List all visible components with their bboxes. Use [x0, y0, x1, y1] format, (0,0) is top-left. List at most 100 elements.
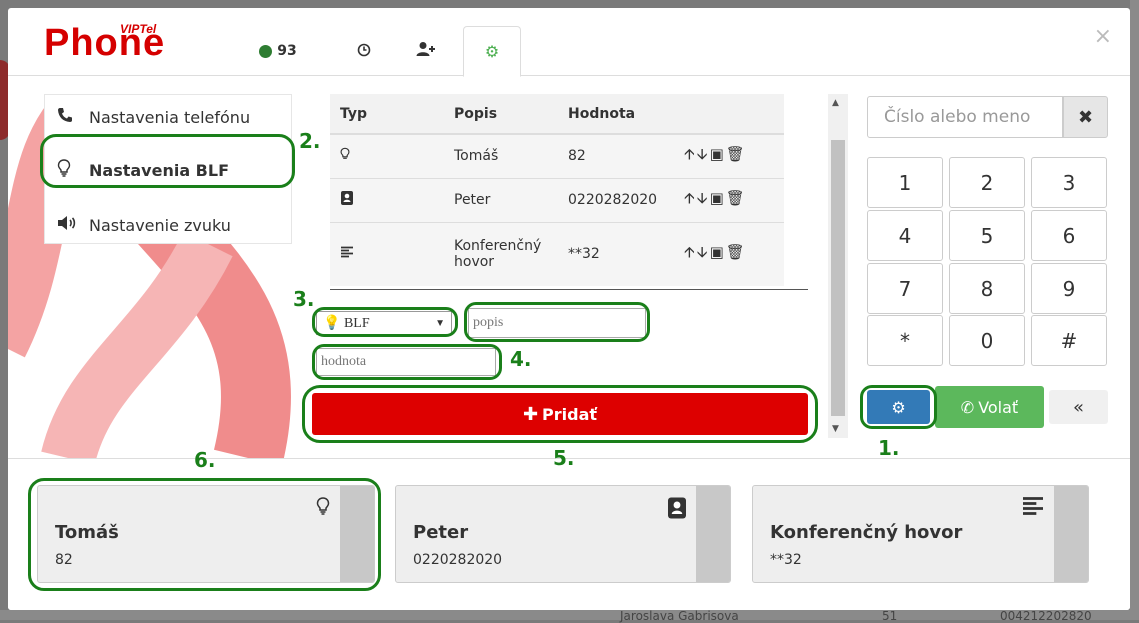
table-row: Peter 0220282020 🡩 🡫 ▣ 🗑: [330, 177, 784, 222]
dial-key-3[interactable]: 3: [1031, 157, 1107, 208]
row-description: Peter: [444, 177, 558, 222]
menu-item-blf-settings[interactable]: Nastavenia BLF: [45, 142, 293, 198]
table-row: Tomáš 82 🡩 🡫 ▣ 🗑: [330, 133, 784, 178]
clear-input-button[interactable]: ✖: [1063, 96, 1108, 138]
call-button-label: Volať: [978, 397, 1019, 417]
dial-key-hash[interactable]: #: [1031, 315, 1107, 366]
row-actions: 🡩 🡫 ▣ 🗑: [674, 221, 784, 286]
tab-status[interactable]: 93: [248, 26, 308, 76]
dial-key-4[interactable]: 4: [867, 210, 943, 261]
dial-key-7[interactable]: 7: [867, 263, 943, 314]
close-icon: ✖: [1077, 106, 1094, 128]
annotation-number-3: 3.: [293, 287, 315, 311]
add-user-icon: [416, 41, 436, 61]
dialer-settings-button[interactable]: ⚙: [867, 390, 930, 424]
dial-key-9[interactable]: 9: [1031, 263, 1107, 314]
row-value: 82: [558, 133, 674, 178]
background-contact-ext: 51: [882, 609, 898, 623]
selected-type: BLF: [343, 315, 370, 331]
trash-icon[interactable]: 🗑: [726, 243, 745, 261]
arrow-up-icon[interactable]: 🡩: [684, 145, 695, 163]
blf-card-status-strip: [1054, 486, 1088, 582]
dial-key-2[interactable]: 2: [949, 157, 1025, 208]
scroll-up-icon[interactable]: ▲: [832, 98, 839, 108]
image-icon[interactable]: ▣: [710, 189, 724, 207]
blf-card-number: 0220282020: [413, 552, 503, 568]
blf-card-status-strip: [696, 486, 730, 582]
contact-book-icon: [666, 496, 688, 525]
trash-icon[interactable]: 🗑: [726, 145, 745, 163]
dial-key-0[interactable]: 0: [949, 315, 1025, 366]
column-header-actions: [674, 94, 784, 135]
image-icon[interactable]: ▣: [710, 145, 724, 163]
annotation-number-1: 1.: [878, 436, 900, 460]
dial-key-6[interactable]: 6: [1031, 210, 1107, 261]
annotation-number-2: 2.: [299, 129, 321, 153]
scroll-down-icon[interactable]: ▼: [832, 424, 839, 434]
status-count: 93: [277, 43, 297, 59]
blf-table-panel: Typ Popis Hodnota Tomáš 82 🡩 🡫 ▣ 🗑 Peter…: [330, 94, 786, 286]
scroll-thumb[interactable]: [831, 140, 845, 416]
gear-icon: ⚙: [891, 397, 906, 417]
blf-card[interactable]: Konferenčný hovor **32: [752, 485, 1089, 583]
tab-history[interactable]: [336, 26, 392, 76]
arrow-down-icon[interactable]: 🡫: [697, 145, 708, 163]
dial-key-5[interactable]: 5: [949, 210, 1025, 261]
background-contact-number: 004212202820: [1000, 609, 1092, 623]
arrow-up-icon[interactable]: 🡩: [684, 189, 695, 207]
row-description: Tomáš: [444, 133, 558, 178]
blf-table: Typ Popis Hodnota Tomáš 82 🡩 🡫 ▣ 🗑 Peter…: [330, 94, 784, 286]
call-button[interactable]: ✆ Volať: [935, 386, 1044, 428]
row-actions: 🡩 🡫 ▣ 🗑: [674, 177, 784, 222]
arrow-up-icon[interactable]: 🡩: [684, 243, 695, 261]
blf-card[interactable]: Tomáš 82: [37, 485, 375, 583]
annotation-number-4: 4.: [510, 347, 532, 371]
modal-header: Phone VIPTel 93 ⚙ ×: [8, 8, 1130, 77]
annotation-number-6: 6.: [194, 448, 216, 472]
column-header-description: Popis: [444, 94, 558, 135]
dial-key-1[interactable]: 1: [867, 157, 943, 208]
phone-icon: [57, 107, 89, 127]
column-header-type: Typ: [330, 94, 444, 135]
row-description: Konferenčný hovor: [444, 221, 558, 286]
add-button[interactable]: ✚ Pridať: [312, 393, 808, 435]
blf-card-status-strip: [340, 486, 374, 582]
blf-card-name: Konferenčný hovor: [770, 522, 963, 543]
settings-menu: Nastavenia telefónu Nastavenia BLF Nasta…: [44, 94, 292, 244]
blf-type-select[interactable]: 💡 BLF ▼: [316, 311, 452, 335]
row-actions: 🡩 🡫 ▣ 🗑: [674, 133, 784, 178]
menu-item-label: Nastavenie zvuku: [89, 215, 231, 235]
dial-key-star[interactable]: *: [867, 315, 943, 366]
arrow-down-icon[interactable]: 🡫: [697, 189, 708, 207]
annotation-number-5: 5.: [553, 446, 575, 470]
viptel-logo-sup: VIPTel: [120, 22, 157, 36]
image-icon[interactable]: ▣: [710, 243, 724, 261]
menu-item-phone-settings[interactable]: Nastavenia telefónu: [45, 89, 293, 145]
phone-settings-modal: Phone VIPTel 93 ⚙ × Nastavenia telefónu …: [8, 8, 1130, 610]
scrollbar[interactable]: ▲ ▼: [828, 94, 848, 438]
menu-item-label: Nastavenia telefónu: [89, 107, 251, 127]
tab-settings[interactable]: ⚙: [463, 26, 521, 77]
phone-icon: ✆: [960, 397, 975, 417]
table-row: Konferenčný hovor **32 🡩 🡫 ▣ 🗑: [330, 221, 784, 286]
dial-key-8[interactable]: 8: [949, 263, 1025, 314]
lightbulb-icon: 💡: [323, 315, 341, 331]
divider: [330, 289, 808, 290]
tab-add-contact[interactable]: [398, 26, 454, 76]
collapse-button[interactable]: «: [1049, 390, 1108, 424]
description-input[interactable]: popis: [468, 308, 646, 338]
value-input[interactable]: hodnota: [316, 348, 496, 376]
blf-card-number: 82: [55, 552, 73, 568]
menu-item-sound-settings[interactable]: Nastavenie zvuku: [45, 197, 293, 253]
column-header-value: Hodnota: [558, 94, 674, 135]
trash-icon[interactable]: 🗑: [726, 189, 745, 207]
dial-number-input[interactable]: Číslo alebo meno: [867, 96, 1063, 138]
background-bottom-strip: [0, 610, 1139, 620]
chevron-down-icon: ▼: [435, 317, 445, 329]
blf-card[interactable]: Peter 0220282020: [395, 485, 731, 583]
gear-icon: ⚙: [484, 42, 500, 61]
close-button[interactable]: ×: [1094, 24, 1112, 49]
blf-card-number: **32: [770, 552, 802, 568]
blf-card-name: Peter: [413, 522, 469, 543]
arrow-down-icon[interactable]: 🡫: [697, 243, 708, 261]
